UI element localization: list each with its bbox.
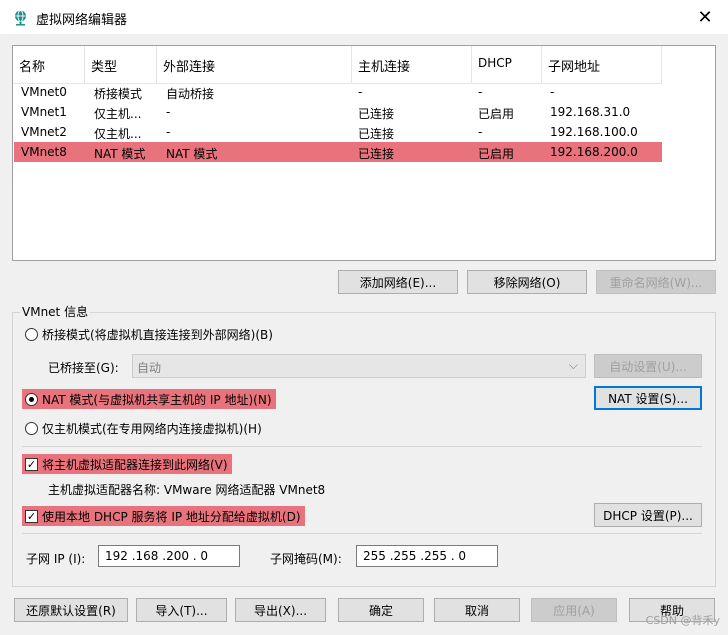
host-only-label: 仅主机模式(在专用网络内连接虚拟机)(H) xyxy=(42,421,262,436)
rename-network-button[interactable]: 重命名网络(W)... xyxy=(596,270,716,294)
divider xyxy=(22,446,702,447)
cell-name: VMnet0 xyxy=(21,85,67,99)
radio-indicator xyxy=(25,327,38,341)
column-header-name[interactable]: 名称 xyxy=(13,46,85,84)
cell-subnet: 192.168.200.0 xyxy=(550,145,638,159)
subnet-ip-input[interactable]: 192 .168 .200 . 0 xyxy=(98,545,240,567)
vmnet-info-label: VMnet 信息 xyxy=(20,303,91,320)
cell-external: 自动桥接 xyxy=(166,87,215,101)
dhcp-settings-button[interactable]: DHCP 设置(P)... xyxy=(594,503,702,527)
table-row[interactable]: VMnet2 仅主机... - 已连接 - 192.168.100.0 xyxy=(14,122,662,142)
cell-host: 已连接 xyxy=(358,127,395,141)
watermark-text: CSDN @背禾y xyxy=(645,614,720,627)
radio-indicator xyxy=(25,421,38,435)
adapter-name-text: 主机虚拟适配器名称: VMware 网络适配器 VMnet8 xyxy=(48,483,326,497)
bridged-to-label: 已桥接至(G): xyxy=(48,361,119,375)
cell-dhcp: 已启用 xyxy=(478,147,515,161)
host-only-radio[interactable]: 仅主机模式(在专用网络内连接虚拟机)(H) xyxy=(25,418,262,438)
cell-type: 桥接模式 xyxy=(94,87,143,101)
bridged-to-value: 自动 xyxy=(137,361,162,375)
apply-button[interactable]: 应用(A) xyxy=(531,598,617,622)
radio-indicator-selected xyxy=(25,392,38,406)
close-button[interactable]: ✕ xyxy=(682,0,728,34)
restore-defaults-button[interactable]: 还原默认设置(R) xyxy=(14,598,128,622)
title-bar: 虚拟网络编辑器 ✕ xyxy=(0,0,728,34)
column-header-type[interactable]: 类型 xyxy=(85,46,157,84)
nat-mode-radio[interactable]: NAT 模式(与虚拟机共享主机的 IP 地址)(N) xyxy=(22,389,276,409)
checkmark-icon: ✓ xyxy=(25,457,38,471)
cell-host: 已连接 xyxy=(358,147,395,161)
dhcp-checkbox[interactable]: ✓ 使用本地 DHCP 服务将 IP 地址分配给虚拟机(D) xyxy=(22,506,305,526)
subnet-mask-label: 子网掩码(M): xyxy=(270,552,342,566)
network-list[interactable]: 名称 类型 外部连接 主机连接 DHCP 子网地址 VMnet0 桥接模式 自动… xyxy=(12,45,716,261)
window-title: 虚拟网络编辑器 xyxy=(36,13,128,28)
cell-name: VMnet2 xyxy=(21,125,67,139)
export-button[interactable]: 导出(X)... xyxy=(235,598,326,622)
remove-network-button[interactable]: 移除网络(O) xyxy=(467,270,587,294)
table-row-selected[interactable]: VMnet8 NAT 模式 NAT 模式 已连接 已启用 192.168.200… xyxy=(14,142,662,162)
import-button[interactable]: 导入(T)... xyxy=(136,598,227,622)
cell-host: 已连接 xyxy=(358,107,395,121)
cell-dhcp: - xyxy=(478,85,483,99)
cancel-button[interactable]: 取消 xyxy=(434,598,520,622)
ok-button[interactable]: 确定 xyxy=(338,598,424,622)
subnet-ip-label: 子网 IP (I): xyxy=(26,552,86,566)
cell-subnet: - xyxy=(550,85,555,99)
cell-name: VMnet8 xyxy=(21,145,67,159)
list-header: 名称 类型 外部连接 主机连接 DHCP 子网地址 xyxy=(13,46,662,84)
globe-network-icon xyxy=(15,10,26,26)
column-header-subnet[interactable]: 子网地址 xyxy=(542,46,662,84)
cell-dhcp: 已启用 xyxy=(478,107,515,121)
bridged-mode-radio[interactable]: 桥接模式(将虚拟机直接连接到外部网络)(B) xyxy=(25,324,273,344)
cell-type: NAT 模式 xyxy=(94,147,146,161)
cell-subnet: 192.168.100.0 xyxy=(550,125,638,139)
connect-adapter-checkbox[interactable]: ✓ 将主机虚拟适配器连接到此网络(V) xyxy=(22,454,232,474)
table-row[interactable]: VMnet0 桥接模式 自动桥接 - - - xyxy=(14,82,662,102)
cell-external: - xyxy=(166,105,171,119)
table-row[interactable]: VMnet1 仅主机... - 已连接 已启用 192.168.31.0 xyxy=(14,102,662,122)
subnet-mask-input[interactable]: 255 .255 .255 . 0 xyxy=(356,545,498,567)
cell-external: NAT 模式 xyxy=(166,147,218,161)
dhcp-label: 使用本地 DHCP 服务将 IP 地址分配给虚拟机(D) xyxy=(42,509,301,524)
nat-mode-label: NAT 模式(与虚拟机共享主机的 IP 地址)(N) xyxy=(42,392,272,407)
auto-settings-button[interactable]: 自动设置(U)... xyxy=(594,354,702,378)
divider xyxy=(22,533,702,534)
cell-type: 仅主机... xyxy=(94,107,142,121)
cell-dhcp: - xyxy=(478,125,483,139)
column-header-dhcp[interactable]: DHCP xyxy=(472,46,542,84)
checkmark-icon: ✓ xyxy=(25,509,38,523)
cell-type: 仅主机... xyxy=(94,127,142,141)
cell-host: - xyxy=(358,85,363,99)
close-icon: ✕ xyxy=(697,6,713,28)
column-header-host[interactable]: 主机连接 xyxy=(352,46,472,84)
cell-subnet: 192.168.31.0 xyxy=(550,105,631,119)
nat-settings-button[interactable]: NAT 设置(S)... xyxy=(594,386,702,410)
connect-adapter-label: 将主机虚拟适配器连接到此网络(V) xyxy=(42,457,228,472)
bridged-mode-label: 桥接模式(将虚拟机直接连接到外部网络)(B) xyxy=(42,327,273,342)
cell-name: VMnet1 xyxy=(21,105,67,119)
column-header-external[interactable]: 外部连接 xyxy=(157,46,352,84)
cell-external: - xyxy=(166,125,171,139)
bridged-to-select[interactable]: 自动 ⌵ xyxy=(132,354,586,378)
add-network-button[interactable]: 添加网络(E)... xyxy=(338,270,458,294)
chevron-down-icon: ⌵ xyxy=(568,358,578,372)
